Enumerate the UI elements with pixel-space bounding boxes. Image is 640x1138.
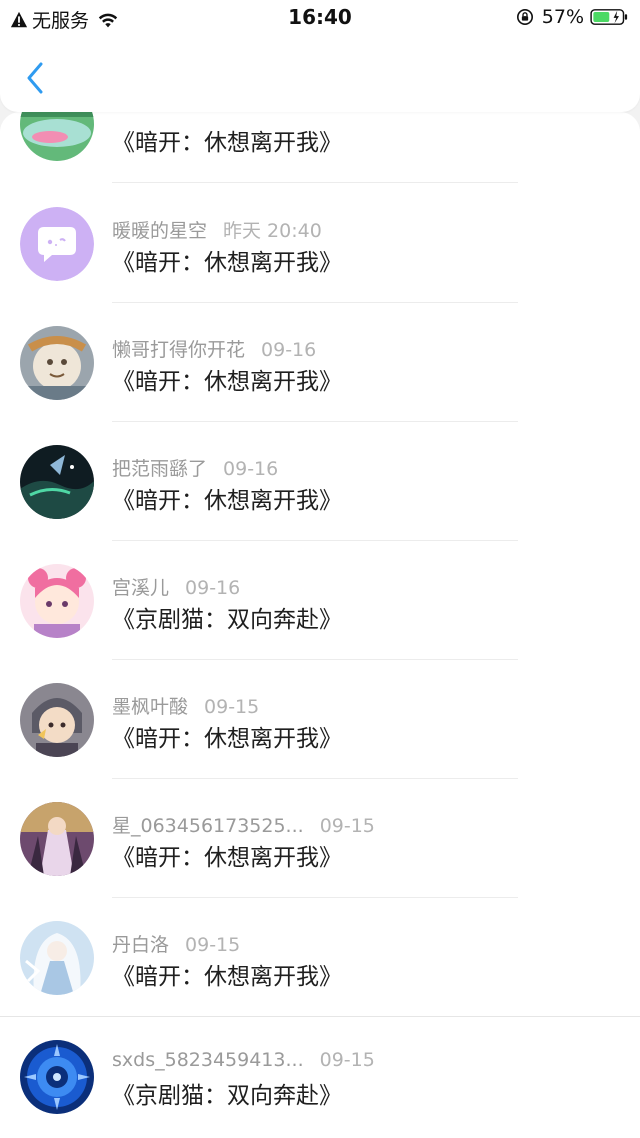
- username: sxds_5823459413...: [112, 1049, 304, 1071]
- avatar: [20, 1040, 94, 1114]
- avatar: [20, 683, 94, 757]
- message-title: 《暗开：休想离开我》: [112, 726, 342, 752]
- battery-percent: 57%: [541, 6, 584, 28]
- chevron-left-icon: [27, 62, 43, 94]
- list-item[interactable]: 宫溪儿 09-16 《京剧猫：双向奔赴》: [0, 540, 640, 660]
- back-button[interactable]: [20, 60, 50, 96]
- message-meta: 宫溪儿 09-16: [112, 573, 240, 600]
- list-item[interactable]: 星_063456173525... 09-15 《暗开：休想离开我》: [0, 778, 640, 898]
- message-title: 《暗开：休想离开我》: [112, 964, 342, 990]
- message-title: 《暗开：休想离开我》: [112, 130, 342, 156]
- message-date: 09-15: [204, 696, 260, 718]
- battery-icon: [590, 9, 628, 25]
- status-bar: 无服务 16:40 57%: [0, 0, 640, 34]
- nav-header: [0, 34, 640, 112]
- message-list: 《暗开：休想离开我》 暖暖的星空 昨天 20:40 《暗开：休想离开我》 懒哥打…: [0, 112, 640, 1138]
- message-meta: sxds_5823459413... 09-15: [112, 1049, 375, 1071]
- message-date: 09-15: [319, 815, 375, 837]
- username: 把范雨繇了: [112, 458, 208, 480]
- message-meta: 星_063456173525... 09-15: [112, 811, 375, 838]
- status-right: 57%: [516, 6, 630, 28]
- orientation-lock-icon: [516, 8, 533, 26]
- message-date: 09-15: [319, 1049, 375, 1071]
- message-meta: [112, 112, 128, 118]
- list-item[interactable]: 把范雨繇了 09-16 《暗开：休想离开我》: [0, 421, 640, 541]
- username: 暖暖的星空: [112, 220, 208, 242]
- username: 宫溪儿: [112, 577, 170, 599]
- message-meta: 懒哥打得你开花 09-16: [112, 335, 316, 362]
- message-title: 《京剧猫：双向奔赴》: [112, 1083, 342, 1109]
- message-title: 《京剧猫：双向奔赴》: [112, 607, 342, 633]
- message-date: 09-16: [185, 577, 241, 599]
- message-title: 《暗开：休想离开我》: [112, 369, 342, 395]
- list-item[interactable]: 懒哥打得你开花 09-16 《暗开：休想离开我》: [0, 302, 640, 422]
- username: 丹白洛: [112, 934, 170, 956]
- avatar: [20, 112, 94, 161]
- message-title: 《暗开：休想离开我》: [112, 488, 342, 514]
- list-item[interactable]: 暖暖的星空 昨天 20:40 《暗开：休想离开我》: [0, 183, 640, 303]
- avatar: [20, 445, 94, 519]
- username: 墨枫叶酸: [112, 696, 189, 718]
- list-item[interactable]: 《暗开：休想离开我》: [0, 112, 640, 183]
- avatar: [20, 326, 94, 400]
- avatar: [20, 564, 94, 638]
- avatar: [20, 802, 94, 876]
- username: 星_063456173525...: [112, 815, 304, 837]
- avatar: [20, 921, 94, 995]
- message-date: 09-16: [261, 339, 317, 361]
- list-item[interactable]: 丹白洛 09-15 《暗开：休想离开我》: [0, 897, 640, 1017]
- username: 懒哥打得你开花: [112, 339, 246, 361]
- message-title: 《暗开：休想离开我》: [112, 845, 342, 871]
- list-item[interactable]: sxds_5823459413... 09-15 《京剧猫：双向奔赴》: [0, 1016, 640, 1136]
- message-title: 《暗开：休想离开我》: [112, 250, 342, 276]
- message-meta: 暖暖的星空 昨天 20:40: [112, 216, 322, 243]
- message-date: 昨天 20:40: [223, 220, 322, 242]
- message-meta: 丹白洛 09-15: [112, 930, 240, 957]
- message-meta: 把范雨繇了 09-16: [112, 454, 278, 481]
- list-item[interactable]: 墨枫叶酸 09-15 《暗开：休想离开我》: [0, 659, 640, 779]
- message-meta: 墨枫叶酸 09-15: [112, 692, 259, 719]
- message-date: 09-15: [185, 934, 241, 956]
- avatar: [20, 207, 94, 281]
- message-date: 09-16: [223, 458, 279, 480]
